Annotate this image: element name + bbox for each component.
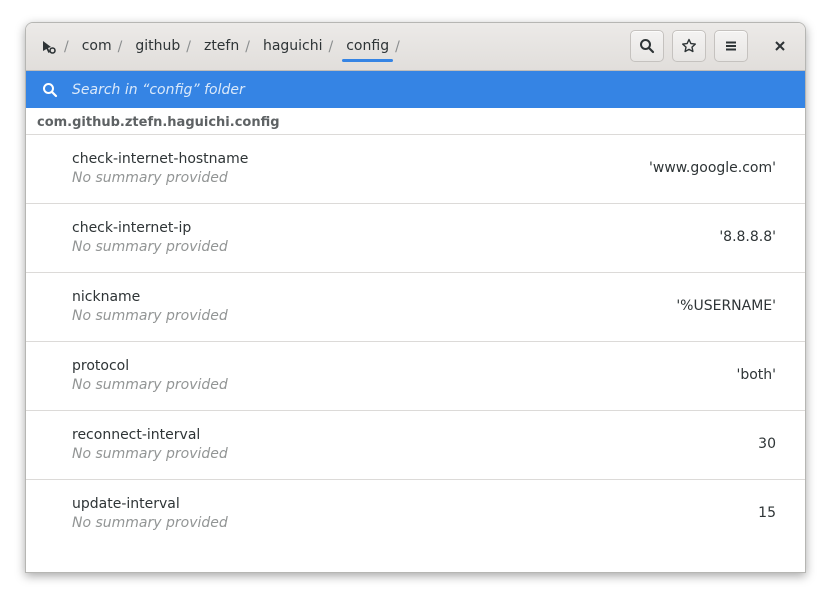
close-icon [775, 41, 785, 51]
key-row-protocol[interactable]: protocol No summary provided 'both' [26, 342, 805, 411]
schema-path-header: com.github.ztefn.haguichi.config [26, 108, 805, 135]
search-button[interactable] [630, 30, 664, 62]
key-summary: No summary provided [72, 515, 228, 531]
key-summary: No summary provided [72, 170, 228, 186]
key-value: 'www.google.com' [649, 160, 776, 176]
breadcrumb-item-github[interactable]: github [131, 23, 184, 70]
key-name: check-internet-ip [72, 220, 192, 236]
key-value: 'both' [736, 367, 776, 383]
star-icon [682, 38, 696, 53]
key-list: check-internet-hostname No summary provi… [26, 135, 805, 549]
header-bar: / com / github / ztefn / haguichi / conf… [26, 23, 805, 71]
key-summary: No summary provided [72, 446, 228, 462]
key-summary: No summary provided [72, 308, 228, 324]
breadcrumb-separator: / [117, 38, 123, 55]
key-row-nickname[interactable]: nickname No summary provided '%USERNAME' [26, 273, 805, 342]
breadcrumb-separator: / [395, 38, 400, 55]
dconf-editor-icon[interactable] [36, 32, 62, 62]
breadcrumb-separator: / [328, 38, 334, 55]
key-row-check-internet-ip[interactable]: check-internet-ip No summary provided '8… [26, 204, 805, 273]
breadcrumb-item-ztefn[interactable]: ztefn [200, 23, 243, 70]
bookmark-button[interactable] [672, 30, 706, 62]
key-name: protocol [72, 358, 130, 374]
key-name: check-internet-hostname [72, 151, 249, 167]
key-value: '8.8.8.8' [719, 229, 776, 245]
key-name: nickname [72, 289, 141, 305]
key-value: 30 [758, 436, 776, 452]
hamburger-menu-icon [726, 41, 736, 51]
menu-button[interactable] [714, 30, 748, 62]
breadcrumb-separator: / [245, 38, 250, 55]
key-row-update-interval[interactable]: update-interval No summary provided 15 [26, 480, 805, 549]
key-summary: No summary provided [72, 239, 228, 255]
search-icon [640, 39, 655, 54]
breadcrumb: / com / github / ztefn / haguichi / conf… [36, 23, 409, 70]
key-name: update-interval [72, 496, 180, 512]
breadcrumb-item-haguichi[interactable]: haguichi [259, 23, 327, 70]
breadcrumb-separator: / [186, 38, 191, 55]
key-summary: No summary provided [72, 377, 228, 393]
dconf-editor-window: / com / github / ztefn / haguichi / conf… [25, 22, 806, 573]
search-input[interactable] [72, 81, 752, 98]
search-bar [26, 71, 805, 108]
breadcrumb-item-com[interactable]: com [78, 23, 116, 70]
key-row-reconnect-interval[interactable]: reconnect-interval No summary provided 3… [26, 411, 805, 480]
breadcrumb-separator: / [64, 38, 69, 55]
search-icon [40, 80, 60, 100]
key-row-check-internet-hostname[interactable]: check-internet-hostname No summary provi… [26, 135, 805, 204]
close-button[interactable] [763, 30, 797, 62]
key-value: 15 [758, 505, 776, 521]
key-name: reconnect-interval [72, 427, 201, 443]
breadcrumb-item-config[interactable]: config [342, 23, 393, 70]
key-value: '%USERNAME' [676, 298, 776, 314]
